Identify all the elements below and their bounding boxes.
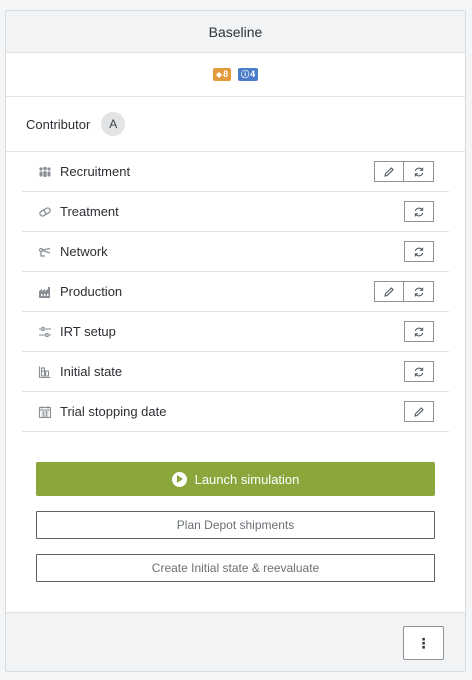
warning-badge[interactable]: ◆ 8 (212, 68, 232, 81)
edit-button[interactable] (404, 401, 434, 422)
list-item-label: Production (60, 284, 123, 299)
refresh-button[interactable] (404, 241, 434, 262)
list-item-label: Treatment (60, 204, 119, 219)
scenario-list: Recruitment Treatment Network Production… (22, 152, 449, 432)
edit-button[interactable] (374, 281, 404, 302)
refresh-button[interactable] (404, 201, 434, 222)
info-badge[interactable]: ⓘ 4 (238, 68, 259, 81)
row-actions (374, 161, 434, 182)
launch-simulation-button[interactable]: Launch simulation (36, 462, 435, 496)
list-item-label: Trial stopping date (60, 404, 167, 419)
refresh-button[interactable] (404, 361, 434, 382)
list-item-irt-setup: IRT setup (22, 312, 449, 352)
list-item-label: Network (60, 244, 108, 259)
calendar-icon (38, 405, 52, 419)
contributor-label: Contributor (26, 116, 91, 132)
sliders-icon (38, 325, 52, 339)
list-item-label: Initial state (60, 364, 123, 379)
create-initial-state-button[interactable]: Create Initial state & reevaluate (36, 554, 435, 582)
action-buttons: Launch simulation Plan Depot shipments C… (6, 432, 465, 582)
row-actions (404, 321, 434, 342)
refresh-button[interactable] (404, 281, 434, 302)
row-actions (404, 361, 434, 382)
list-item-production: Production (22, 272, 449, 312)
list-item-label: Recruitment (60, 164, 131, 179)
row-actions (374, 281, 434, 302)
info-count: 4 (250, 69, 256, 79)
plan-depot-shipments-button[interactable]: Plan Depot shipments (36, 511, 435, 539)
panel-header: Baseline (6, 11, 465, 53)
warning-count: 8 (223, 69, 229, 79)
row-actions (404, 401, 434, 422)
info-icon: ⓘ (241, 69, 250, 79)
row-actions (404, 241, 434, 262)
list-item-recruitment: Recruitment (22, 152, 449, 192)
edit-button[interactable] (374, 161, 404, 182)
list-item-initial-state: Initial state (22, 352, 449, 392)
avatar[interactable]: A (101, 112, 126, 136)
factory-icon (38, 285, 52, 299)
more-options-button[interactable]: ⋮ (403, 626, 444, 660)
diamond-icon: ◆ (215, 69, 223, 79)
grid-icon (38, 365, 52, 379)
list-item-trial-stopping-date: Trial stopping date (22, 392, 449, 432)
list-item-network: Network (22, 232, 449, 272)
launch-label: Launch simulation (194, 471, 300, 487)
badge-bar: ◆ 8 ⓘ 4 (6, 53, 465, 97)
play-icon (171, 471, 187, 487)
kebab-icon: ⋮ (416, 634, 431, 651)
panel-title: Baseline (208, 23, 263, 40)
refresh-button[interactable] (404, 321, 434, 342)
network-icon (38, 245, 52, 259)
list-item-treatment: Treatment (22, 192, 449, 232)
baseline-panel: Baseline ◆ 8 ⓘ 4 Contributor A Recruitme… (5, 10, 466, 672)
contributor-section: Contributor A (6, 97, 465, 152)
panel-footer: ⋮ (6, 612, 465, 671)
list-item-label: IRT setup (60, 324, 116, 339)
row-actions (404, 201, 434, 222)
people-icon (38, 165, 52, 179)
pill-icon (38, 205, 52, 219)
refresh-button[interactable] (404, 161, 434, 182)
